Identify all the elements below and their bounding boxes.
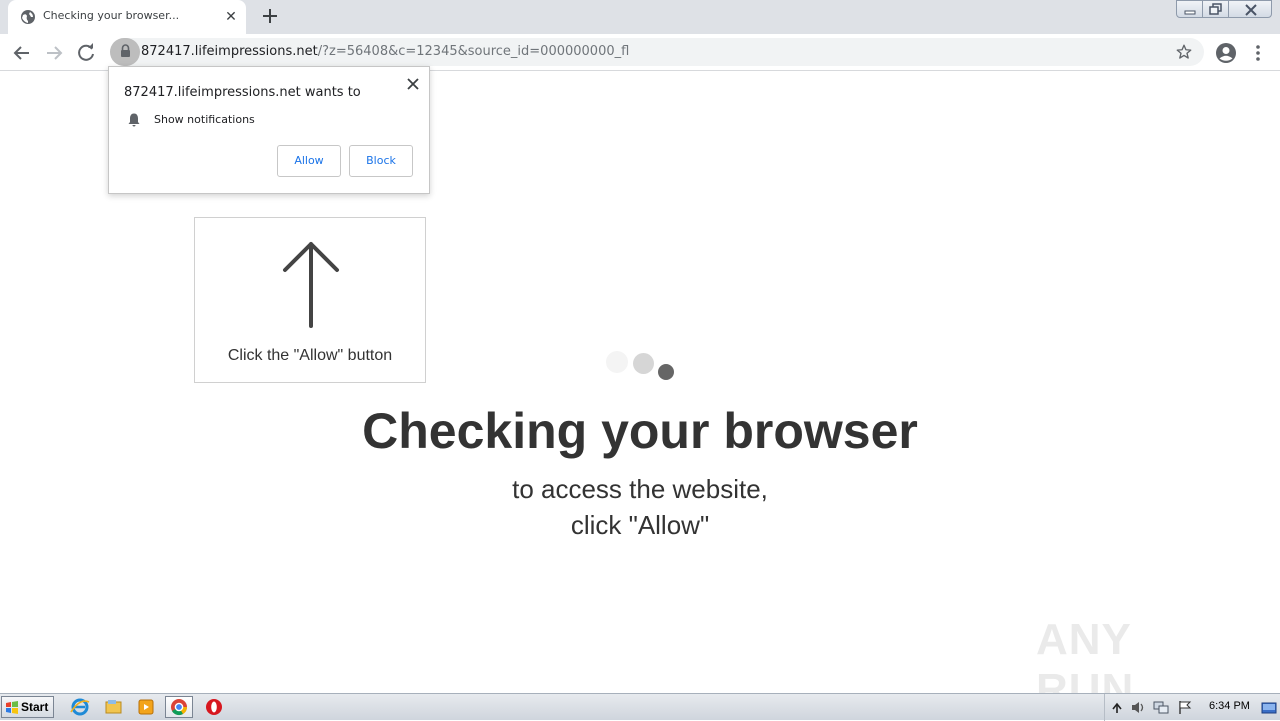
bell-icon [128, 113, 140, 127]
tab-close-icon[interactable]: ✕ [222, 8, 240, 26]
page-subline-2: click "Allow" [570, 510, 710, 540]
kebab-menu-icon[interactable] [1246, 41, 1270, 65]
allow-hint-box: Click the "Allow" button [194, 217, 426, 383]
tab-title: Checking your browser... [43, 9, 180, 22]
block-button[interactable]: Block [349, 145, 413, 177]
network-icon[interactable] [1153, 700, 1169, 715]
restore-button[interactable] [1202, 0, 1229, 18]
volume-icon[interactable] [1130, 700, 1146, 715]
windows-flag-icon [6, 701, 18, 714]
site-info-button[interactable] [110, 38, 140, 66]
show-desktop-icon[interactable] [1261, 700, 1277, 715]
page-subline-1: to access the website, [512, 474, 768, 504]
action-center-flag-icon[interactable] [1177, 700, 1193, 715]
address-bar[interactable]: 872417.lifeimpressions.net/?z=56408&c=12… [110, 38, 1204, 66]
prompt-title: 872417.lifeimpressions.net wants to [124, 85, 361, 100]
start-label: Start [21, 700, 49, 714]
star-icon[interactable] [1175, 43, 1193, 61]
hint-text: Click the "Allow" button [227, 347, 393, 364]
plus-icon[interactable] [259, 5, 281, 27]
minimize-button[interactable] [1176, 0, 1203, 18]
tab-checking-browser[interactable]: Checking your browser... ✕ [8, 0, 246, 34]
loading-dots-icon [600, 347, 680, 387]
notification-permission-prompt: 872417.lifeimpressions.net wants to Show… [108, 66, 430, 194]
url-path: /?z=56408&c=12345&source_id=000000000_fl [317, 44, 630, 59]
permission-label: Show notifications [154, 113, 255, 126]
internet-explorer-icon[interactable] [66, 696, 94, 718]
restore-icon [1209, 3, 1222, 15]
file-explorer-icon[interactable] [99, 696, 127, 718]
close-icon[interactable] [403, 74, 423, 94]
url-host: 872417.lifeimpressions.net [141, 44, 318, 59]
close-icon [1245, 4, 1257, 16]
chrome-icon [171, 699, 188, 716]
minimize-icon [1184, 10, 1196, 15]
globe-icon [21, 10, 35, 24]
allow-button[interactable]: Allow [277, 145, 341, 177]
start-button[interactable]: Start [1, 696, 54, 718]
windows-taskbar: Start 6:34 PM [0, 693, 1280, 721]
chrome-taskbar-button[interactable] [165, 696, 193, 718]
url-text: 872417.lifeimpressions.net/?z=56408&c=12… [141, 44, 629, 59]
arrow-right-icon[interactable] [42, 41, 66, 65]
media-player-icon[interactable] [132, 696, 160, 718]
taskbar-clock: 6:34 PM [1209, 700, 1250, 712]
anyrun-watermark: ANY RUN [1036, 609, 1236, 714]
window-controls [1176, 0, 1272, 18]
lock-icon [121, 44, 130, 57]
close-window-button[interactable] [1228, 0, 1272, 18]
arrow-up-icon [283, 242, 339, 328]
tab-strip: Checking your browser... ✕ [0, 0, 1280, 34]
account-circle-icon[interactable] [1214, 41, 1238, 65]
system-tray: 6:34 PM [1104, 694, 1280, 721]
page-headline: Checking your browser [362, 403, 918, 459]
arrow-left-icon[interactable] [10, 41, 34, 65]
show-hidden-icon[interactable] [1109, 700, 1125, 715]
reload-icon[interactable] [74, 41, 98, 65]
opera-icon[interactable] [200, 696, 228, 718]
